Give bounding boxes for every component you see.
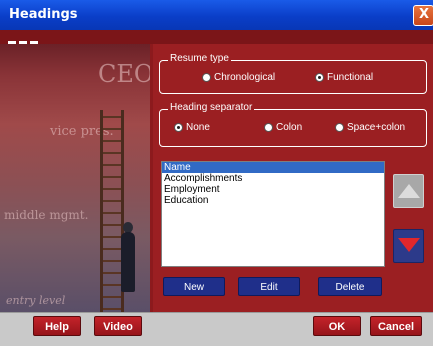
resume-type-group: Resume type [159, 53, 427, 94]
list-item[interactable]: Employment [162, 184, 384, 195]
radio-none-label: None [186, 122, 210, 133]
art-word-middle-mgmt: middle mgmt. [4, 208, 89, 222]
radio-functional-label: Functional [327, 72, 374, 83]
career-ladder-artwork: CEO vice pres. middle mgmt. entry level [0, 44, 150, 312]
radio-colon-label: Colon [276, 122, 303, 133]
list-item[interactable]: Accomplishments [162, 173, 384, 184]
title-bar: Headings X [0, 0, 433, 30]
close-button[interactable]: X [413, 5, 433, 26]
businessman-figure [121, 232, 135, 292]
headings-listbox[interactable]: Name Accomplishments Employment Educatio… [161, 161, 385, 267]
radio-none[interactable]: None [174, 122, 210, 133]
header-band [0, 30, 433, 49]
art-word-entry-level: entry level [6, 294, 66, 307]
radio-chronological[interactable]: Chronological [202, 72, 275, 83]
radio-unselected-icon [264, 123, 273, 132]
radio-unselected-icon [202, 73, 211, 82]
delete-button[interactable]: Delete [318, 277, 382, 296]
list-item[interactable]: Name [162, 162, 384, 173]
move-up-button[interactable] [393, 174, 424, 208]
arrow-up-icon [398, 184, 420, 198]
radio-space-colon[interactable]: Space+colon [335, 122, 405, 133]
move-down-button[interactable] [393, 229, 424, 263]
video-button[interactable]: Video [94, 316, 142, 336]
art-word-ceo: CEO [98, 60, 150, 88]
radio-unselected-icon [335, 123, 344, 132]
help-button[interactable]: Help [33, 316, 81, 336]
window-title: Headings [9, 7, 78, 22]
close-icon: X [419, 7, 430, 22]
radio-colon[interactable]: Colon [264, 122, 302, 133]
radio-functional[interactable]: Functional [315, 72, 373, 83]
heading-separator-legend: Heading separator [168, 102, 255, 113]
ok-button[interactable]: OK [313, 316, 361, 336]
list-item[interactable]: Education [162, 195, 384, 206]
radio-selected-icon [315, 73, 324, 82]
radio-space-colon-label: Space+colon [347, 122, 406, 133]
edit-button[interactable]: Edit [238, 277, 300, 296]
arrow-down-icon [398, 238, 420, 252]
radio-chronological-label: Chronological [214, 72, 276, 83]
resume-type-legend: Resume type [168, 53, 231, 64]
radio-selected-icon [174, 123, 183, 132]
headings-dialog: Headings X CEO vice pres. middle mgmt. e… [0, 0, 433, 346]
cancel-button[interactable]: Cancel [370, 316, 422, 336]
new-button[interactable]: New [163, 277, 225, 296]
